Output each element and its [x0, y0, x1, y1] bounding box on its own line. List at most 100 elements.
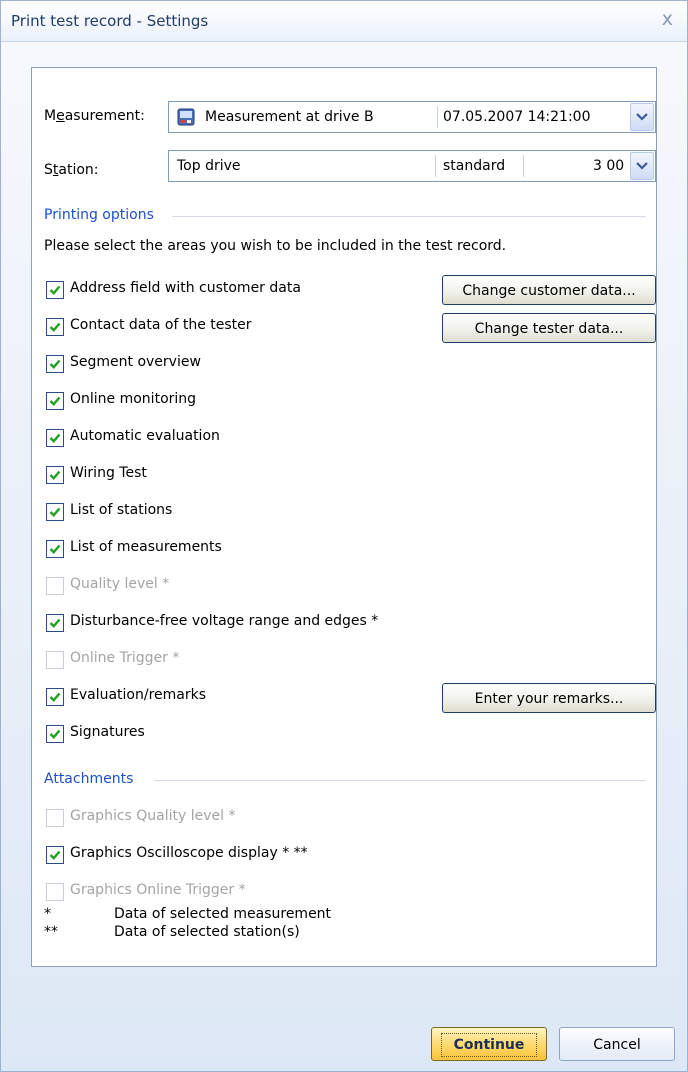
continue-button-label: Continue [440, 1033, 538, 1057]
checkbox[interactable] [46, 725, 64, 743]
checkbox-label: List of stations [70, 502, 173, 518]
checkbox-label: Online monitoring [70, 391, 197, 407]
checkbox-label: Address field with customer data [70, 280, 301, 296]
checkbox[interactable] [46, 688, 64, 706]
attachment-checkbox-row: Graphics Quality level * [46, 808, 426, 829]
printing-option-checkbox-row[interactable]: List of stations [46, 502, 426, 523]
checkbox-label: Graphics Quality level * [70, 808, 236, 824]
station-name: Top drive [177, 158, 241, 174]
printing-option-checkbox-row[interactable]: Automatic evaluation [46, 428, 426, 449]
checkmark-icon [49, 850, 61, 860]
checkbox [46, 577, 64, 595]
checkmark-icon [49, 359, 61, 369]
checkbox-label: List of measurements [70, 539, 222, 555]
printing-options-divider [172, 216, 646, 217]
checkmark-icon [49, 507, 61, 517]
footnote-text: Data of selected measurement [114, 906, 332, 922]
change-customer-data-button[interactable]: Change customer data... [442, 275, 656, 305]
measurement-dropdown-button[interactable] [630, 103, 654, 131]
printing-option-checkbox-row[interactable]: Segment overview [46, 354, 426, 375]
checkmark-icon [49, 544, 61, 554]
measurement-name: Measurement at drive B [205, 109, 374, 125]
checkmark-icon [49, 618, 61, 628]
station-select[interactable]: Top drive standard 3 00 [168, 150, 656, 182]
printing-option-checkbox-row[interactable]: Signatures [46, 724, 426, 745]
continue-button[interactable]: Continue [431, 1027, 547, 1061]
printing-option-checkbox-row[interactable]: List of measurements [46, 539, 426, 560]
station-separator-2 [523, 155, 524, 177]
checkbox-label: Wiring Test [70, 465, 147, 481]
measurement-select[interactable]: Measurement at drive B 07.05.2007 14:21:… [168, 101, 656, 133]
checkbox [46, 651, 64, 669]
printing-options-heading: Printing options [44, 207, 154, 223]
checkbox[interactable] [46, 281, 64, 299]
checkmark-icon [49, 692, 61, 702]
checkbox-label: Disturbance-free voltage range and edges… [70, 613, 379, 629]
checkmark-icon [49, 729, 61, 739]
printing-intro-text: Please select the areas you wish to be i… [44, 238, 507, 254]
checkbox-label: Graphics Oscilloscope display * ** [70, 845, 308, 861]
settings-panel: Measurement: Measurement at drive B 07.0… [31, 67, 657, 967]
checkbox[interactable] [46, 503, 64, 521]
checkmark-icon [49, 396, 61, 406]
chevron-down-icon [636, 113, 648, 121]
checkmark-icon [49, 433, 61, 443]
attachment-checkbox-row[interactable]: Graphics Oscilloscope display * ** [46, 845, 426, 866]
checkbox[interactable] [46, 355, 64, 373]
station-mode: standard [443, 158, 506, 174]
title-bar: Print test record - Settings x [1, 1, 687, 42]
measurement-label: Measurement: [44, 108, 145, 124]
checkbox[interactable] [46, 392, 64, 410]
checkbox-label: Online Trigger * [70, 650, 180, 666]
footnote-symbol: ** [44, 924, 58, 940]
cancel-button[interactable]: Cancel [559, 1027, 675, 1061]
footnote-text: Data of selected station(s) [114, 924, 300, 940]
window-title: Print test record - Settings [11, 12, 209, 30]
checkmark-icon [49, 285, 61, 295]
measurement-separator [437, 106, 438, 128]
attachments-heading: Attachments [44, 771, 134, 787]
enter-remarks-button[interactable]: Enter your remarks... [442, 683, 656, 713]
checkbox-label: Segment overview [70, 354, 201, 370]
footnotes: * Data of selected measurement ** Data o… [44, 906, 644, 946]
checkbox-label: Evaluation/remarks [70, 687, 207, 703]
printing-option-checkbox-row[interactable]: Wiring Test [46, 465, 426, 486]
measurement-datetime: 07.05.2007 14:21:00 [443, 109, 591, 125]
checkbox [46, 809, 64, 827]
dialog-window: Print test record - Settings x Measureme… [0, 0, 688, 1072]
checkbox [46, 883, 64, 901]
checkbox-label: Signatures [70, 724, 145, 740]
checkbox-label: Contact data of the tester [70, 317, 252, 333]
checkbox-label: Graphics Online Trigger * [70, 882, 246, 898]
checkbox-label: Automatic evaluation [70, 428, 220, 444]
printing-option-checkbox-row[interactable]: Evaluation/remarks [46, 687, 426, 708]
printing-option-checkbox-row[interactable]: Online monitoring [46, 391, 426, 412]
checkmark-icon [49, 322, 61, 332]
footnote-row: ** Data of selected station(s) [44, 924, 644, 944]
station-value: 3 00 [593, 158, 625, 174]
footnote-symbol: * [44, 906, 51, 922]
attachments-divider [154, 780, 646, 781]
close-icon[interactable]: x [662, 8, 673, 30]
checkbox[interactable] [46, 614, 64, 632]
printing-option-checkbox-row[interactable]: Address field with customer data [46, 280, 426, 301]
checkbox[interactable] [46, 318, 64, 336]
checkmark-icon [49, 470, 61, 480]
checkbox-label: Quality level * [70, 576, 170, 592]
checkbox[interactable] [46, 466, 64, 484]
checkbox[interactable] [46, 846, 64, 864]
printing-option-checkbox-row: Online Trigger * [46, 650, 426, 671]
checkbox[interactable] [46, 429, 64, 447]
checkbox[interactable] [46, 540, 64, 558]
printing-option-checkbox-row: Quality level * [46, 576, 426, 597]
printing-option-checkbox-row[interactable]: Contact data of the tester [46, 317, 426, 338]
station-label: Station: [44, 162, 99, 178]
station-separator-1 [435, 155, 436, 177]
measurement-drive-icon [177, 108, 195, 126]
printing-option-checkbox-row[interactable]: Disturbance-free voltage range and edges… [46, 613, 426, 634]
attachment-checkbox-row: Graphics Online Trigger * [46, 882, 426, 903]
footnote-row: * Data of selected measurement [44, 906, 644, 926]
station-dropdown-button[interactable] [630, 152, 654, 180]
chevron-down-icon [636, 162, 648, 170]
change-tester-data-button[interactable]: Change tester data... [442, 313, 656, 343]
